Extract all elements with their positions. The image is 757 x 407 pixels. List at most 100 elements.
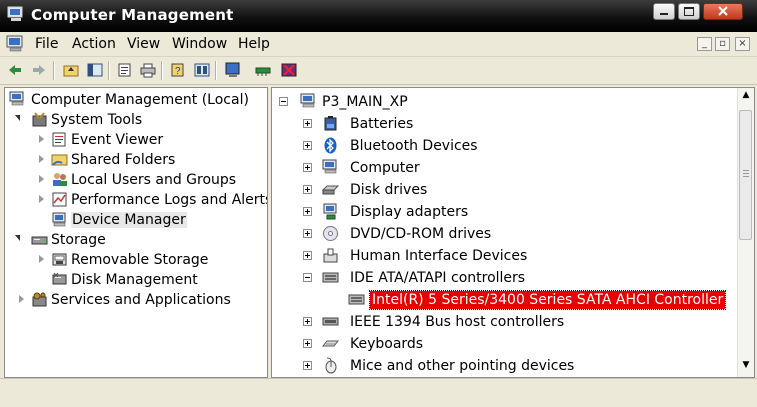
tree-item-storage[interactable]: Storage	[9, 230, 259, 250]
close-button[interactable]	[703, 3, 743, 20]
device-category-keyboards[interactable]: Keyboards	[302, 334, 502, 354]
dvd-drive-icon	[323, 226, 338, 241]
tree-item-event-viewer[interactable]: Event Viewer	[9, 130, 259, 150]
computer-icon	[322, 159, 337, 174]
scroll-down-icon[interactable]: ▼	[740, 360, 752, 374]
device-category-hid[interactable]: Human Interface Devices	[302, 246, 527, 266]
app-window: Computer Management File Action View Win…	[0, 0, 757, 407]
collapse-icon[interactable]	[279, 97, 288, 106]
tree-label: Shared Folders	[71, 152, 176, 168]
device-category-ieee1394[interactable]: IEEE 1394 Bus host controllers	[302, 312, 564, 332]
disk-drive-icon	[322, 185, 339, 195]
scrollbar-thumb[interactable]	[739, 110, 752, 240]
disk-management-icon	[52, 272, 67, 285]
device-category-disk-drives[interactable]: Disk drives	[302, 180, 502, 200]
tree-label: System Tools	[51, 112, 143, 128]
help-icon[interactable]: ?	[169, 61, 187, 79]
device-item-sata-controller[interactable]: Intel(R) 5 Series/3400 Series SATA AHCI …	[348, 290, 748, 310]
up-folder-icon[interactable]	[62, 61, 80, 79]
update-driver-icon[interactable]	[254, 61, 272, 79]
tree-item-services[interactable]: Services and Applications	[9, 290, 259, 310]
title-bar[interactable]: Computer Management	[0, 0, 757, 32]
scroll-up-icon[interactable]: ▲	[740, 90, 752, 104]
console-icon[interactable]	[193, 61, 211, 79]
tree-label: Device Manager	[71, 212, 187, 228]
expand-icon[interactable]	[303, 339, 312, 348]
tree-item-system-tools[interactable]: System Tools	[9, 110, 259, 130]
back-icon[interactable]	[6, 61, 24, 79]
tree-label: Event Viewer	[71, 132, 164, 148]
toolbar: ?	[0, 57, 757, 85]
chevron-down-icon[interactable]	[15, 235, 20, 241]
device-category-bluetooth[interactable]: Bluetooth Devices	[302, 136, 502, 156]
removable-storage-icon	[52, 253, 67, 266]
menu-file[interactable]: File	[35, 36, 58, 52]
tree-label: Storage	[51, 232, 106, 248]
chevron-right-icon[interactable]	[39, 135, 44, 143]
expand-icon[interactable]	[303, 185, 312, 194]
chevron-right-icon[interactable]	[19, 295, 24, 303]
properties-icon[interactable]	[116, 61, 134, 79]
scan-hardware-icon[interactable]	[224, 61, 242, 79]
expand-icon[interactable]	[303, 119, 312, 128]
tree-label: Performance Logs and Alerts	[71, 192, 268, 208]
device-tree-pane[interactable]: P3_MAIN_XP Batteries Bluetooth Devices C…	[271, 87, 755, 378]
expand-icon[interactable]	[303, 317, 312, 326]
expand-icon[interactable]	[303, 229, 312, 238]
expand-icon[interactable]	[303, 361, 312, 370]
device-root[interactable]: P3_MAIN_XP	[278, 92, 478, 112]
shared-folder-icon	[51, 154, 68, 166]
collapse-icon[interactable]	[303, 273, 312, 282]
maximize-button[interactable]	[678, 3, 700, 20]
expand-icon[interactable]	[303, 163, 312, 172]
device-category-batteries[interactable]: Batteries	[302, 114, 502, 134]
print-icon[interactable]	[139, 61, 157, 79]
chevron-down-icon[interactable]	[15, 115, 20, 121]
vertical-scrollbar[interactable]: ▲ ▼	[737, 88, 754, 377]
mdi-minimize-button[interactable]: _	[697, 37, 712, 51]
chevron-right-icon[interactable]	[39, 255, 44, 263]
device-category-ide[interactable]: IDE ATA/ATAPI controllers	[302, 268, 532, 288]
storage-icon	[31, 236, 48, 245]
chevron-right-icon[interactable]	[39, 155, 44, 163]
device-label: Human Interface Devices	[350, 248, 528, 264]
forward-icon[interactable]	[30, 61, 48, 79]
performance-logs-icon	[52, 192, 67, 207]
tree-item-root[interactable]: Computer Management (Local)	[9, 90, 259, 110]
expand-icon[interactable]	[303, 207, 312, 216]
console-tree-pane[interactable]: Computer Management (Local) System Tools…	[4, 87, 268, 378]
device-category-mice[interactable]: Mice and other pointing devices	[302, 356, 574, 376]
minimize-button[interactable]	[653, 3, 675, 20]
device-label: Batteries	[350, 116, 414, 132]
device-label: IEEE 1394 Bus host controllers	[350, 314, 565, 330]
menu-action[interactable]: Action	[72, 36, 116, 52]
tree-item-local-users[interactable]: Local Users and Groups	[9, 170, 259, 190]
show-hide-tree-icon[interactable]	[86, 61, 104, 79]
uninstall-icon[interactable]	[280, 61, 298, 79]
chevron-right-icon[interactable]	[39, 175, 44, 183]
menu-help[interactable]: Help	[238, 36, 270, 52]
menu-window[interactable]: Window	[172, 36, 227, 52]
device-label: Bluetooth Devices	[350, 138, 478, 154]
tree-item-shared-folders[interactable]: Shared Folders	[9, 150, 259, 170]
ieee1394-icon	[322, 317, 339, 326]
tree-item-disk-management[interactable]: Disk Management	[9, 270, 259, 290]
tree-label: Removable Storage	[71, 252, 209, 268]
expand-icon[interactable]	[303, 251, 312, 260]
device-category-computer[interactable]: Computer	[302, 158, 502, 178]
device-category-dvd[interactable]: DVD/CD-ROM drives	[302, 224, 502, 244]
ide-controller-icon	[348, 294, 365, 305]
system-tools-icon	[32, 112, 47, 127]
tree-item-removable-storage[interactable]: Removable Storage	[9, 250, 259, 270]
tree-item-device-manager[interactable]: Device Manager	[9, 210, 259, 230]
device-category-display-adapters[interactable]: Display adapters	[302, 202, 502, 222]
tree-item-perf-logs[interactable]: Performance Logs and Alerts	[9, 190, 268, 210]
console-system-icon[interactable]	[6, 35, 25, 53]
display-adapter-icon	[323, 203, 337, 220]
menu-view[interactable]: View	[127, 36, 160, 52]
chevron-right-icon[interactable]	[39, 195, 44, 203]
mdi-restore-button[interactable]: ▫	[715, 37, 730, 51]
expand-icon[interactable]	[303, 141, 312, 150]
mdi-close-button[interactable]: ×	[735, 37, 750, 51]
window-title: Computer Management	[31, 6, 234, 24]
